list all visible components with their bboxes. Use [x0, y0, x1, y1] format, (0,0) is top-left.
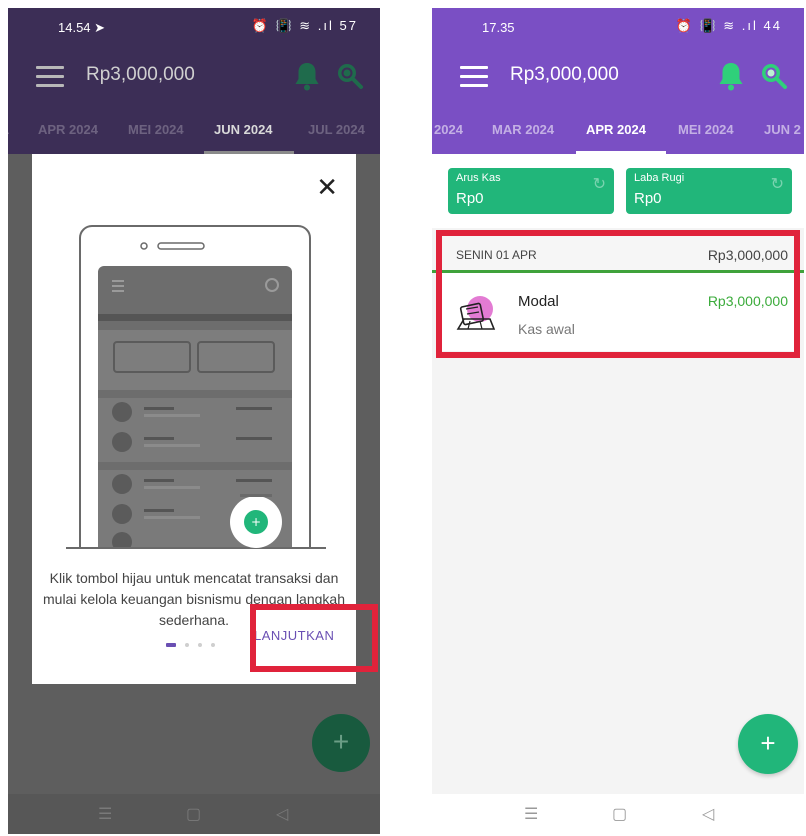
- tab-month-active[interactable]: APR 2024: [586, 122, 646, 137]
- status-time: 17.35: [482, 20, 515, 35]
- search-icon[interactable]: [334, 60, 364, 90]
- home-nav-icon[interactable]: ▢: [186, 804, 201, 824]
- tab-month[interactable]: MAR 2024: [492, 122, 554, 137]
- summary-cards: Arus Kas Rp0 ↻ Laba Rugi Rp0 ↻: [432, 154, 804, 228]
- profit-loss-label: Laba Rugi: [634, 172, 685, 184]
- tab-month[interactable]: MEI 2024: [128, 122, 184, 137]
- pager-dot: [185, 642, 189, 647]
- menu-icon[interactable]: [36, 66, 64, 87]
- highlight-box: [436, 230, 800, 358]
- onboarding-dialog: ✕ + Klik tombol hijau untuk mencatat tra…: [32, 154, 378, 684]
- cash-flow-label: Arus Kas: [456, 172, 501, 184]
- tab-month[interactable]: JUN 2: [764, 122, 801, 137]
- highlight-box: [250, 604, 378, 672]
- menu-nav-icon[interactable]: ☰: [98, 804, 112, 824]
- pager-dots: [166, 636, 224, 654]
- svg-text:+: +: [251, 515, 261, 529]
- tab-month[interactable]: 2024: [434, 122, 463, 137]
- add-transaction-button[interactable]: +: [312, 714, 370, 772]
- month-tabs: 2024 MAR 2024 APR 2024 MEI 2024 JUN 2: [432, 108, 804, 154]
- app-bar: Rp3,000,000: [432, 44, 804, 108]
- bell-icon[interactable]: [716, 60, 746, 92]
- search-icon[interactable]: [758, 60, 788, 90]
- status-bar: 17.35 ⏰ 📳 ≋ .ıl 44: [432, 8, 804, 44]
- status-icons: ⏰ 📳 ≋ .ıl 44: [675, 18, 782, 33]
- system-nav-bar: ☰ ▢ ◁: [432, 794, 804, 834]
- back-nav-icon[interactable]: ◁: [276, 804, 288, 824]
- balance-label: Rp3,000,000: [510, 64, 619, 85]
- tab-month-active[interactable]: JUN 2024: [214, 122, 273, 137]
- refresh-icon[interactable]: ↻: [593, 174, 606, 194]
- tab-month[interactable]: APR 2024: [38, 122, 98, 137]
- back-nav-icon[interactable]: ◁: [702, 804, 714, 824]
- refresh-icon[interactable]: ↻: [771, 174, 784, 194]
- tab-month[interactable]: JUL 2024: [308, 122, 365, 137]
- month-tabs: 1 APR 2024 MEI 2024 JUN 2024 JUL 2024: [8, 108, 380, 154]
- home-nav-icon[interactable]: ▢: [612, 804, 627, 824]
- status-time: 14.54 ➤: [58, 20, 106, 35]
- pager-dot: [211, 642, 215, 647]
- bell-icon[interactable]: [292, 60, 322, 92]
- system-nav-bar: ☰ ▢ ◁: [8, 794, 380, 834]
- menu-icon[interactable]: [460, 66, 488, 87]
- pager-dot: [198, 642, 202, 647]
- tab-prev-partial[interactable]: 1: [8, 122, 9, 137]
- close-icon[interactable]: ✕: [316, 174, 338, 200]
- app-bar: Rp3,000,000: [8, 44, 380, 108]
- tab-month[interactable]: MEI 2024: [678, 122, 734, 137]
- pager-dot-active: [166, 642, 176, 647]
- phone-illustration: +: [66, 225, 326, 552]
- profit-loss-value: Rp0: [634, 190, 662, 207]
- menu-nav-icon[interactable]: ☰: [524, 804, 538, 824]
- profit-loss-card[interactable]: Laba Rugi Rp0 ↻: [626, 168, 792, 214]
- add-transaction-button[interactable]: +: [738, 714, 798, 774]
- cash-flow-value: Rp0: [456, 190, 484, 207]
- status-icons: ⏰ 📳 ≋ .ıl 57: [251, 18, 358, 33]
- cash-flow-card[interactable]: Arus Kas Rp0 ↻: [448, 168, 614, 214]
- phone-screen-onboarding: 14.54 ➤ ⏰ 📳 ≋ .ıl 57 Rp3,000,000 1 APR 2…: [8, 8, 380, 834]
- phone-screen-transactions: 17.35 ⏰ 📳 ≋ .ıl 44 Rp3,000,000 2024 MAR …: [432, 8, 804, 834]
- balance-label: Rp3,000,000: [86, 64, 195, 85]
- status-bar: 14.54 ➤ ⏰ 📳 ≋ .ıl 57: [8, 8, 380, 44]
